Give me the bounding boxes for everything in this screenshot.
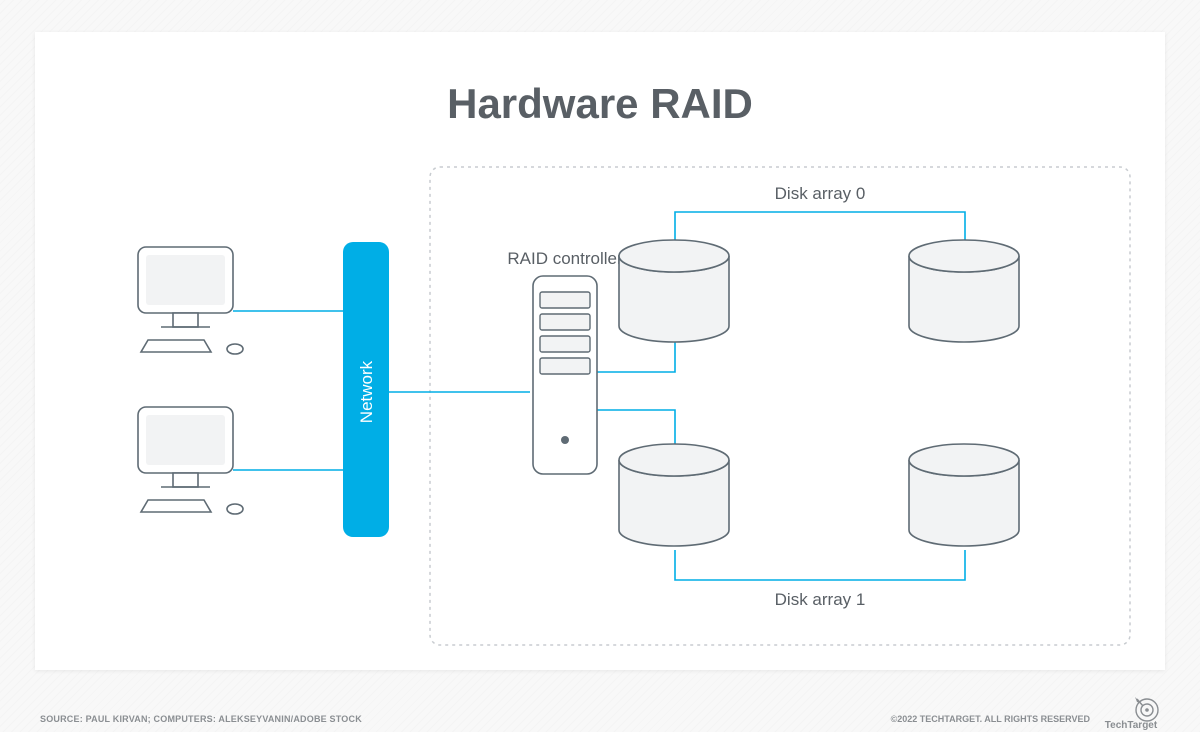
diagram-card: Hardware RAID Disk array 0 Disk array 1 … [35, 32, 1165, 670]
diagram-stage: Disk array 0 Disk array 1 RAID controlle… [35, 32, 1165, 670]
computer-top-icon [138, 247, 243, 354]
label-disk-array-0: Disk array 0 [775, 184, 866, 203]
disk-top-right-icon [909, 240, 1019, 342]
label-disk-array-1: Disk array 1 [775, 590, 866, 609]
svg-text:TechTarget: TechTarget [1105, 720, 1158, 730]
footer-copyright: ©2022 TECHTARGET. ALL RIGHTS RESERVED [891, 714, 1090, 724]
disk-bottom-right-icon [909, 444, 1019, 546]
techtarget-logo: TechTarget [1097, 696, 1165, 730]
disk-bottom-left-icon [619, 444, 729, 546]
label-network: Network [357, 360, 376, 423]
disk-top-left-icon [619, 240, 729, 342]
footer-source: SOURCE: PAUL KIRVAN; COMPUTERS: ALEKSEYV… [40, 714, 362, 724]
bracket-array0 [675, 212, 965, 242]
bracket-array1 [675, 550, 965, 580]
label-raid-controller: RAID controller [507, 249, 623, 268]
raid-controller-icon [533, 276, 597, 474]
computer-bottom-icon [138, 407, 243, 514]
